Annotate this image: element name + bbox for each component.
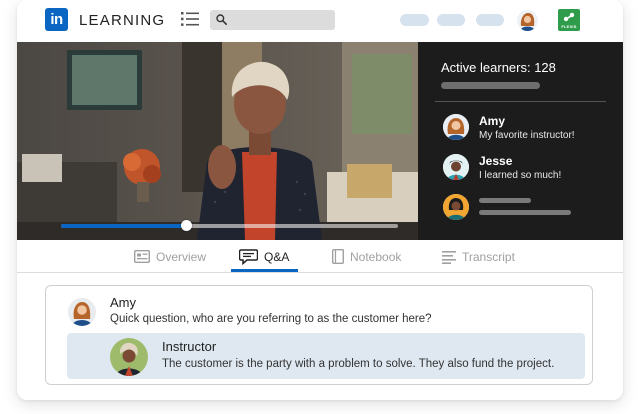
qa-thread: Amy Quick question, who are you referrin… [45, 285, 593, 385]
tab-notebook[interactable]: Notebook [332, 240, 401, 273]
man-avatar-icon [443, 154, 469, 180]
flexis-badge[interactable]: FLEXIS [558, 9, 580, 31]
search-input[interactable] [210, 10, 335, 30]
tab-label: Transcript [462, 249, 515, 264]
active-learners-count: Active learners: 128 [441, 60, 556, 75]
learner-name: Amy [479, 114, 506, 128]
avatar [68, 298, 96, 326]
top-bar: in LEARNING FLEXIS [17, 0, 623, 42]
transcript-icon [442, 250, 456, 264]
tab-label: Notebook [350, 249, 402, 264]
menu-icon[interactable] [181, 11, 199, 27]
avatar [110, 338, 148, 376]
content-tabs: Overview Q&A Notebook Transcript [17, 240, 623, 273]
person-avatar-icon [443, 194, 469, 220]
nav-placeholder-3[interactable] [476, 14, 504, 26]
learner-comment[interactable]: Jesse I learned so much! [443, 154, 618, 184]
tab-transcript[interactable]: Transcript [442, 240, 515, 273]
placeholder-line [479, 198, 531, 203]
video-progress-fill [61, 224, 186, 228]
avatar [443, 114, 469, 140]
video-frame [17, 42, 418, 240]
woman-avatar-icon [68, 298, 96, 326]
question-author: Amy [110, 295, 136, 310]
video-progress-bar[interactable] [61, 220, 398, 231]
chat-icon [239, 248, 258, 265]
notebook-icon [332, 249, 344, 264]
app-title: LEARNING [79, 12, 166, 29]
instructor-avatar-icon [110, 338, 148, 376]
learner-message: My favorite instructor! [479, 130, 575, 141]
answer-text: The customer is the party with a problem… [162, 358, 555, 370]
learner-comment-placeholder[interactable] [443, 194, 618, 224]
linkedin-logo[interactable]: in [45, 8, 68, 31]
tab-label: Overview [156, 249, 207, 264]
app-window: in LEARNING FLEXIS Active learners: 128 … [17, 0, 623, 400]
learner-message: I learned so much! [479, 170, 562, 181]
profile-avatar[interactable] [517, 10, 538, 31]
answer-reply: Instructor The customer is the party wit… [67, 333, 585, 379]
avatar [443, 194, 469, 220]
learner-name: Jesse [479, 154, 513, 168]
video-scrubber-handle[interactable] [180, 220, 192, 231]
search-icon [216, 14, 227, 25]
active-tab-indicator [231, 269, 298, 272]
divider [435, 101, 606, 102]
overview-icon [134, 250, 150, 263]
learners-panel: Active learners: 128 Amy My favorite ins… [418, 42, 623, 240]
woman-avatar-icon [443, 114, 469, 140]
learner-comment[interactable]: Amy My favorite instructor! [443, 114, 618, 144]
video-player[interactable] [17, 42, 418, 240]
question-text: Quick question, who are you referring to… [110, 313, 432, 325]
tab-label: Q&A [264, 249, 290, 264]
nav-placeholder-2[interactable] [437, 14, 465, 26]
flexis-icon [563, 12, 575, 22]
woman-avatar-icon [517, 10, 538, 31]
answer-author: Instructor [162, 339, 217, 354]
placeholder-line [479, 210, 571, 215]
avatar [443, 154, 469, 180]
tab-overview[interactable]: Overview [134, 240, 206, 273]
nav-placeholder-1[interactable] [400, 14, 429, 26]
panel-placeholder-bar [441, 82, 540, 89]
flexis-label: FLEXIS [561, 24, 577, 29]
